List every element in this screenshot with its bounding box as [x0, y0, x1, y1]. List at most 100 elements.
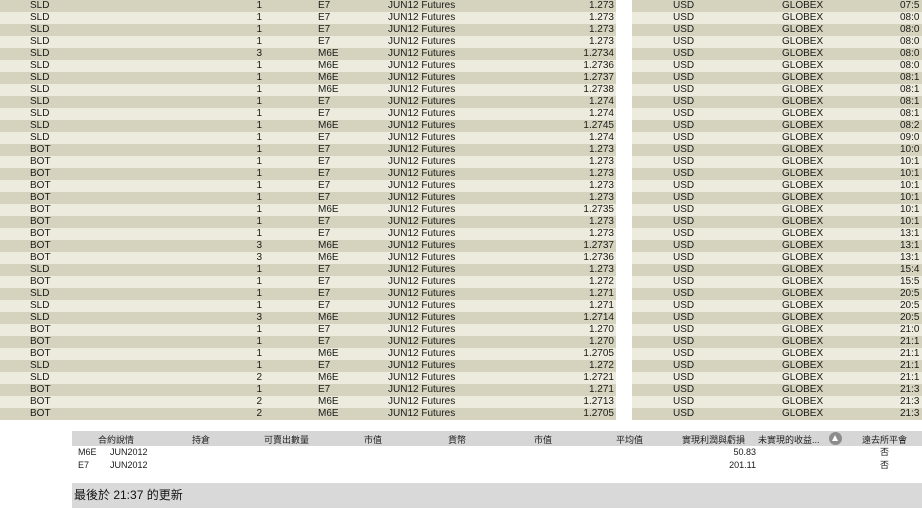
trade-row[interactable]: BOT 1 M6E JUN12 Futures 1.2705 [0, 348, 616, 360]
trade-row[interactable]: SLD 1 E7 JUN12 Futures 1.273 [0, 264, 616, 276]
trade-row[interactable]: SLD 1 M6E JUN12 Futures 1.2737 [0, 72, 616, 84]
trade-row-continued[interactable]: USD GLOBEX 20:5 [632, 312, 922, 324]
trade-row-continued[interactable]: USD GLOBEX 10:1 [632, 192, 922, 204]
trade-time: 09:0 [900, 132, 920, 143]
trade-row-continued[interactable]: USD GLOBEX 13:1 [632, 252, 922, 264]
trade-row[interactable]: BOT 3 M6E JUN12 Futures 1.2736 [0, 252, 616, 264]
trade-row[interactable]: SLD 3 M6E JUN12 Futures 1.2734 [0, 48, 616, 60]
trade-row[interactable]: SLD 1 E7 JUN12 Futures 1.274 [0, 132, 616, 144]
header-available-qty[interactable]: 可賣出數量 [264, 433, 309, 446]
trade-row[interactable]: BOT 1 E7 JUN12 Futures 1.270 [0, 324, 616, 336]
trade-side: SLD [30, 288, 50, 299]
trade-row[interactable]: BOT 1 E7 JUN12 Futures 1.273 [0, 216, 616, 228]
trade-row-continued[interactable]: USD GLOBEX 21:1 [632, 348, 922, 360]
portfolio-row[interactable]: M6E JUN2012 50.83 否 [72, 446, 922, 459]
portfolio-row[interactable]: E7 JUN2012 201.11 否 [72, 459, 922, 472]
trade-row[interactable]: SLD 3 M6E JUN12 Futures 1.2714 [0, 312, 616, 324]
trade-exchange: GLOBEX [782, 192, 824, 203]
trade-time: 15:5 [900, 276, 920, 287]
trade-row-continued[interactable]: USD GLOBEX 21:0 [632, 324, 922, 336]
trade-row-continued[interactable]: USD GLOBEX 10:0 [632, 144, 922, 156]
trade-row-continued[interactable]: USD GLOBEX 07:5 [632, 0, 922, 12]
trade-row-continued[interactable]: USD GLOBEX 21:3 [632, 408, 922, 420]
trade-row[interactable]: BOT 2 M6E JUN12 Futures 1.2705 [0, 408, 616, 420]
trade-row[interactable]: SLD 1 M6E JUN12 Futures 1.2736 [0, 60, 616, 72]
trade-row[interactable]: BOT 1 E7 JUN12 Futures 1.273 [0, 168, 616, 180]
trade-row[interactable]: BOT 2 M6E JUN12 Futures 1.2713 [0, 396, 616, 408]
trade-row-continued[interactable]: USD GLOBEX 21:1 [632, 372, 922, 384]
trade-row[interactable]: BOT 1 E7 JUN12 Futures 1.271 [0, 384, 616, 396]
trade-row[interactable]: SLD 1 E7 JUN12 Futures 1.273 [0, 24, 616, 36]
trade-row[interactable]: BOT 1 M6E JUN12 Futures 1.2735 [0, 204, 616, 216]
header-unrealized-pnl[interactable]: 未實現的收益... [758, 433, 820, 446]
trade-row[interactable]: SLD 1 E7 JUN12 Futures 1.271 [0, 288, 616, 300]
trade-row[interactable]: BOT 1 E7 JUN12 Futures 1.273 [0, 144, 616, 156]
trade-row-continued[interactable]: USD GLOBEX 08:1 [632, 72, 922, 84]
header-market-price[interactable]: 市值 [364, 433, 382, 446]
trade-price: 1.273 [588, 36, 614, 47]
trade-row[interactable]: BOT 1 E7 JUN12 Futures 1.273 [0, 228, 616, 240]
trade-row-continued[interactable]: USD GLOBEX 21:3 [632, 396, 922, 408]
trade-row[interactable]: BOT 3 M6E JUN12 Futures 1.2737 [0, 240, 616, 252]
trade-row-continued[interactable]: USD GLOBEX 15:5 [632, 276, 922, 288]
trade-quantity: 2 [256, 396, 262, 407]
header-exchange-margin[interactable]: 遠去所平會 [862, 433, 907, 446]
trade-row[interactable]: BOT 1 E7 JUN12 Futures 1.273 [0, 156, 616, 168]
trade-exchange: GLOBEX [782, 408, 824, 419]
trade-row-continued[interactable]: USD GLOBEX 13:1 [632, 228, 922, 240]
trade-row[interactable]: SLD 2 M6E JUN12 Futures 1.2721 [0, 372, 616, 384]
trade-row[interactable]: SLD 1 E7 JUN12 Futures 1.274 [0, 96, 616, 108]
trade-row-continued[interactable]: USD GLOBEX 08:0 [632, 12, 922, 24]
trade-exchange: GLOBEX [782, 300, 824, 311]
trade-row-continued[interactable]: USD GLOBEX 08:0 [632, 60, 922, 72]
trade-row[interactable]: SLD 1 E7 JUN12 Futures 1.273 [0, 36, 616, 48]
trade-row[interactable]: SLD 1 E7 JUN12 Futures 1.271 [0, 300, 616, 312]
trade-row-continued[interactable]: USD GLOBEX 08:0 [632, 48, 922, 60]
trade-row-continued[interactable]: USD GLOBEX 13:1 [632, 240, 922, 252]
trade-row-continued[interactable]: USD GLOBEX 15:4 [632, 264, 922, 276]
trade-row[interactable]: SLD 1 M6E JUN12 Futures 1.2745 [0, 120, 616, 132]
header-market-value[interactable]: 市值 [534, 433, 552, 446]
trade-row-continued[interactable]: USD GLOBEX 20:5 [632, 300, 922, 312]
header-average-price[interactable]: 平均值 [616, 433, 643, 446]
trade-row[interactable]: SLD 1 E7 JUN12 Futures 1.272 [0, 360, 616, 372]
trade-time: 10:1 [900, 168, 920, 179]
sort-ascending-icon[interactable] [829, 432, 842, 445]
trade-price: 1.2705 [583, 408, 614, 419]
trade-row-continued[interactable]: USD GLOBEX 09:0 [632, 132, 922, 144]
trade-row[interactable]: SLD 1 M6E JUN12 Futures 1.2738 [0, 84, 616, 96]
trade-row[interactable]: BOT 1 E7 JUN12 Futures 1.273 [0, 192, 616, 204]
trade-row-continued[interactable]: USD GLOBEX 20:5 [632, 288, 922, 300]
trade-row-continued[interactable]: USD GLOBEX 08:1 [632, 108, 922, 120]
trade-side: SLD [30, 132, 50, 143]
trade-row-continued[interactable]: USD GLOBEX 21:3 [632, 384, 922, 396]
trade-row-continued[interactable]: USD GLOBEX 21:1 [632, 336, 922, 348]
trade-description: JUN12 Futures [388, 216, 456, 227]
trade-row-continued[interactable]: USD GLOBEX 08:0 [632, 36, 922, 48]
header-contract[interactable]: 合約說情 [98, 433, 134, 446]
trade-row-continued[interactable]: USD GLOBEX 08:1 [632, 96, 922, 108]
trade-row[interactable]: SLD 1 E7 JUN12 Futures 1.274 [0, 108, 616, 120]
trade-side: SLD [30, 372, 50, 383]
trade-row[interactable]: BOT 1 E7 JUN12 Futures 1.272 [0, 276, 616, 288]
trade-row-continued[interactable]: USD GLOBEX 08:1 [632, 84, 922, 96]
trade-currency: USD [673, 408, 695, 419]
trade-description: JUN12 Futures [388, 132, 456, 143]
trade-row-continued[interactable]: USD GLOBEX 08:2 [632, 120, 922, 132]
trade-row[interactable]: BOT 1 E7 JUN12 Futures 1.273 [0, 180, 616, 192]
trade-row[interactable]: BOT 1 E7 JUN12 Futures 1.270 [0, 336, 616, 348]
header-position[interactable]: 持倉 [192, 433, 210, 446]
trade-row-continued[interactable]: USD GLOBEX 21:1 [632, 360, 922, 372]
header-currency[interactable]: 貨幣 [448, 433, 466, 446]
trade-row[interactable]: SLD 1 E7 JUN12 Futures 1.273 [0, 12, 616, 24]
trade-row-continued[interactable]: USD GLOBEX 10:1 [632, 216, 922, 228]
header-realized-pnl[interactable]: 實現利潤與虧損 [682, 433, 745, 446]
trade-row-continued[interactable]: USD GLOBEX 10:1 [632, 204, 922, 216]
trade-row-continued[interactable]: USD GLOBEX 08:0 [632, 24, 922, 36]
trade-row-continued[interactable]: USD GLOBEX 10:1 [632, 156, 922, 168]
trade-description: JUN12 Futures [388, 96, 456, 107]
trade-row-continued[interactable]: USD GLOBEX 10:1 [632, 180, 922, 192]
trade-row[interactable]: SLD 1 E7 JUN12 Futures 1.273 [0, 0, 616, 12]
trade-row-continued[interactable]: USD GLOBEX 10:1 [632, 168, 922, 180]
trade-quantity: 1 [256, 384, 262, 395]
